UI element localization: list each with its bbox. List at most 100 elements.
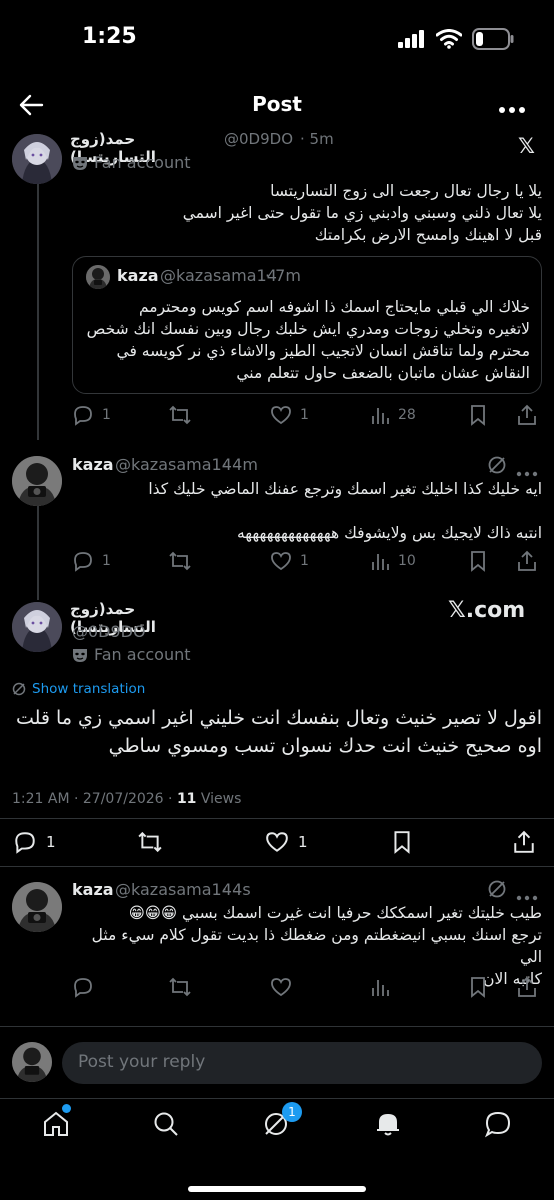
mask-icon	[73, 648, 87, 662]
quote-text: خلاك الي قبلي مايحتاج اسمك ذا اشوفه اسم …	[84, 296, 530, 384]
translate-icon[interactable]	[486, 878, 508, 904]
avatar-image	[12, 1042, 52, 1082]
views-icon	[372, 554, 389, 570]
views-button[interactable]: 10	[370, 550, 416, 572]
avatar-image	[12, 134, 62, 184]
reply-input[interactable]: Post your reply	[62, 1042, 542, 1084]
search-icon	[154, 1112, 178, 1136]
share-button[interactable]	[516, 976, 538, 998]
post-time: · 4m	[222, 455, 258, 474]
heart-icon	[266, 832, 288, 852]
views-number[interactable]: 11	[177, 791, 196, 807]
repost-icon	[169, 551, 191, 571]
quote-line: محترم ولما تناقش انسان لاتجيب الطيز والا…	[116, 342, 530, 360]
status-icons	[398, 28, 514, 50]
share-button[interactable]	[516, 404, 538, 426]
share-button[interactable]	[516, 550, 538, 572]
show-translation-link[interactable]: Show translation	[12, 681, 145, 697]
views-button[interactable]	[370, 976, 390, 998]
fan-account-label: Fan account	[94, 645, 191, 664]
avatar-image	[12, 602, 62, 652]
show-translation-label[interactable]: Show translation	[32, 681, 145, 697]
translate-icon[interactable]	[486, 454, 508, 480]
more-options-button[interactable]	[498, 100, 526, 113]
reply-icon	[15, 832, 35, 854]
reply-button[interactable]: 1	[12, 830, 56, 854]
avatar[interactable]	[12, 456, 62, 506]
tweet-line: طيب خليتك تغير اسمككك حرفيا انت غيرت اسم…	[128, 904, 542, 922]
quote-avatar[interactable]	[86, 265, 110, 289]
repost-icon	[169, 405, 191, 425]
main-post-text: اقول لا تصير خنيث وتعال بنفسك انت خليني …	[12, 704, 542, 760]
bookmark-button[interactable]	[468, 550, 488, 572]
author-handle[interactable]: @kazasama14	[115, 455, 232, 474]
reply-icon	[74, 406, 92, 426]
nav-search[interactable]	[152, 1110, 180, 1142]
author-name[interactable]: kaza	[72, 455, 114, 474]
x-com-watermark: 𝕏.com	[448, 598, 526, 623]
like-button[interactable]	[270, 976, 292, 998]
share-button[interactable]	[512, 830, 536, 854]
fan-account-badge: Fan account	[72, 645, 191, 664]
bookmark-icon	[471, 977, 485, 998]
repost-button[interactable]	[168, 550, 192, 572]
bell-icon	[377, 1113, 399, 1136]
bookmark-button[interactable]	[468, 976, 488, 998]
heart-icon	[271, 406, 291, 425]
unread-dot	[62, 1104, 71, 1113]
repost-button[interactable]	[168, 404, 192, 426]
like-button[interactable]: 1	[270, 550, 309, 572]
more-horizontal-icon	[516, 471, 538, 477]
like-button[interactable]: 1	[270, 404, 309, 426]
avatar[interactable]	[12, 134, 62, 184]
repost-button[interactable]	[168, 976, 192, 998]
reply-button[interactable]	[72, 976, 94, 998]
home-icon	[44, 1111, 68, 1136]
reply-count: 1	[102, 407, 111, 423]
divider	[0, 1098, 554, 1099]
quote-line: النقاش عشان ماتبان بالضعف حاول تتعلم مني	[236, 364, 530, 382]
nav-grok[interactable]: 1	[262, 1102, 302, 1142]
nav-notifications[interactable]	[374, 1110, 402, 1142]
composer-avatar[interactable]	[12, 1042, 52, 1082]
divider	[0, 818, 554, 819]
author-handle[interactable]: @0D9DO	[72, 622, 146, 641]
divider	[0, 866, 554, 867]
quote-author-handle: @kazasama14	[160, 266, 277, 285]
bookmark-button[interactable]	[390, 830, 414, 854]
chat-bubble-icon	[484, 1111, 511, 1138]
avatar[interactable]	[12, 602, 62, 652]
quote-line: لاتغيره وتخلي زوجات ومدري ايش خلبك رجال …	[86, 320, 530, 338]
more-horizontal-icon	[516, 895, 538, 901]
thread-line	[37, 504, 39, 600]
author-handle[interactable]: @0D9DO	[224, 130, 293, 148]
nav-home[interactable]	[42, 1104, 71, 1142]
bookmark-icon	[471, 405, 485, 426]
like-button[interactable]: 1	[264, 830, 308, 854]
tweet-line: يلا يا رجال تعال رجعت الى زوج التساريتسا	[270, 182, 542, 200]
author-name[interactable]: kaza	[72, 880, 114, 899]
tweet-line: يلا تعال ذلني وسبني وادبني زي ما تقول حت…	[182, 204, 542, 222]
views-count: 28	[398, 407, 416, 423]
repost-button[interactable]	[136, 830, 164, 854]
battery-icon	[472, 28, 514, 50]
nav-messages[interactable]	[484, 1110, 512, 1142]
mask-icon	[73, 156, 87, 170]
timestamp-text: 1:21 AM · 27/07/2026 ·	[12, 791, 177, 807]
reply-button[interactable]: 1	[72, 404, 111, 426]
tweet-line: ايه خليك كذا اخليك تغير اسمك وترجع عفنك …	[148, 480, 542, 498]
bookmark-button[interactable]	[468, 404, 488, 426]
author-handle[interactable]: @kazasama14	[115, 880, 232, 899]
tweet-line: انتبه ذاك لايجيك بس ولايشوفك ههههههههههه…	[236, 524, 542, 542]
like-count: 1	[300, 553, 309, 569]
reply-button[interactable]: 1	[72, 550, 111, 572]
share-icon	[518, 976, 536, 997]
reply-icon	[74, 552, 92, 572]
globe-icon	[12, 682, 26, 696]
like-count: 1	[298, 833, 308, 851]
status-time: 1:25	[82, 24, 137, 49]
x-logo-icon[interactable]: 𝕏	[518, 134, 535, 158]
views-icon	[372, 408, 389, 424]
avatar[interactable]	[12, 882, 62, 932]
views-button[interactable]: 28	[370, 404, 416, 426]
